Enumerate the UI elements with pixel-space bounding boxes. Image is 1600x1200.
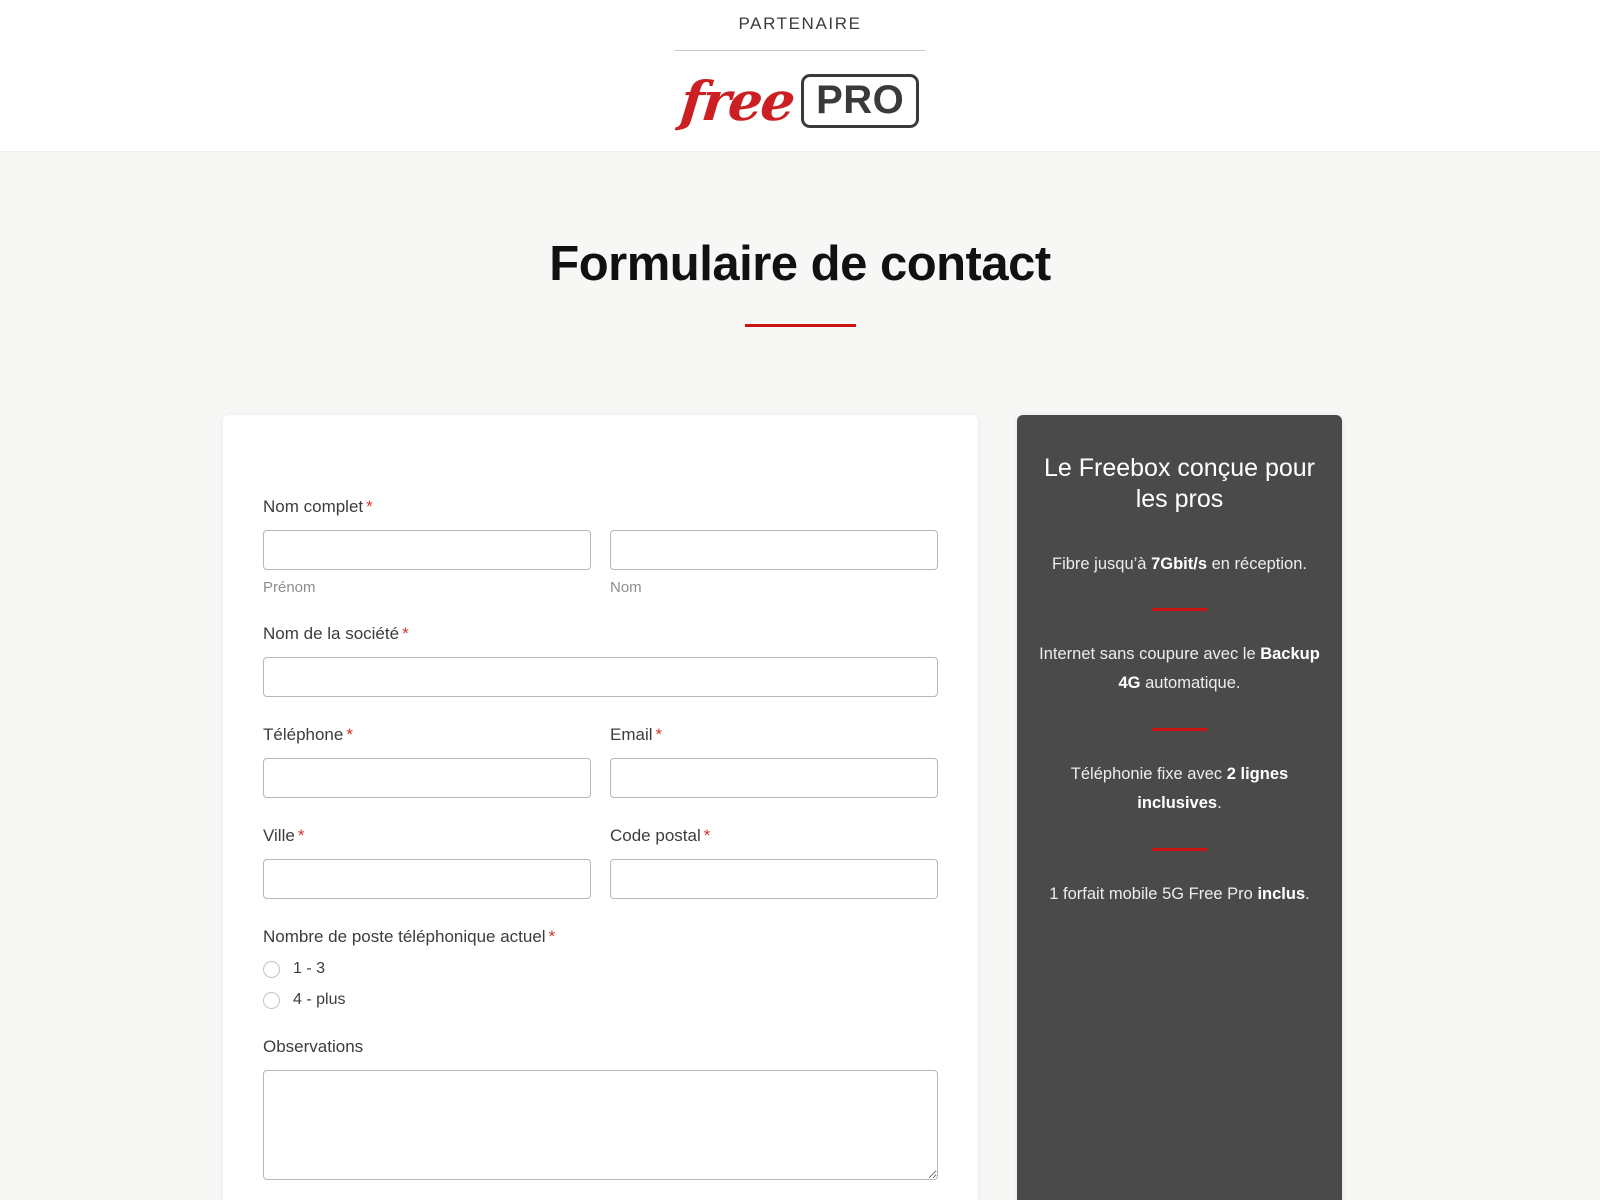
radio-circle-icon[interactable] xyxy=(263,991,280,1009)
first-name-col: Prénom xyxy=(263,530,591,596)
last-name-sublabel: Nom xyxy=(610,579,642,596)
promo-feature-mobile-before: 1 forfait mobile 5G Free Pro xyxy=(1049,884,1258,903)
last-name-col: Nom xyxy=(610,530,938,596)
content-area: Nom complet * Prénom Nom Nom de la socié… xyxy=(0,415,1600,1200)
label-city: Ville * xyxy=(263,826,591,846)
header-divider xyxy=(675,50,925,51)
promo-separator xyxy=(1152,608,1207,612)
promo-feature-fibre-after: en réception. xyxy=(1207,554,1307,573)
label-email: Email * xyxy=(610,725,938,745)
promo-feature-mobile: 1 forfait mobile 5G Free Pro inclus. xyxy=(1039,880,1320,909)
first-name-input[interactable] xyxy=(263,530,591,570)
promo-feature-mobile-after: . xyxy=(1305,884,1310,903)
field-city: Ville * xyxy=(263,826,591,899)
label-email-text: Email xyxy=(610,725,653,744)
field-full-name: Nom complet * Prénom Nom xyxy=(263,497,938,596)
page-title: Formulaire de contact xyxy=(549,237,1051,291)
required-asterisk: * xyxy=(366,497,373,516)
label-phone-text: Téléphone xyxy=(263,725,344,744)
label-full-name-text: Nom complet xyxy=(263,497,364,516)
promo-panel-title: Le Freebox conçue pour les pros xyxy=(1043,454,1315,514)
field-email: Email * xyxy=(610,725,938,798)
label-city-text: Ville xyxy=(263,826,295,845)
field-postal-code: Code postal * xyxy=(610,826,938,899)
last-name-input[interactable] xyxy=(610,530,938,570)
label-postal-code-text: Code postal xyxy=(610,826,701,845)
pro-badge: PRO xyxy=(801,74,920,128)
radio-circle-icon[interactable] xyxy=(263,960,280,978)
first-name-sublabel: Prénom xyxy=(263,579,316,596)
contact-form-card: Nom complet * Prénom Nom Nom de la socié… xyxy=(223,415,978,1200)
page-title-block: Formulaire de contact xyxy=(0,236,1600,327)
required-asterisk: * xyxy=(548,927,556,946)
promo-feature-mobile-bold: inclus xyxy=(1257,884,1306,903)
label-observations: Observations xyxy=(263,1037,364,1056)
promo-feature-telephonie: Téléphonie fixe avec 2 lignes inclusives… xyxy=(1039,760,1320,818)
promo-separator xyxy=(1152,728,1207,732)
promo-feature-fibre-before: Fibre jusqu’à xyxy=(1052,554,1152,573)
free-wordmark: free xyxy=(677,69,797,133)
promo-feature-backup: Internet sans coupure avec le Backup 4G … xyxy=(1039,640,1320,698)
label-postal-code: Code postal * xyxy=(610,826,938,846)
required-asterisk: * xyxy=(402,624,409,643)
postal-code-input[interactable] xyxy=(610,859,938,899)
label-phone: Téléphone * xyxy=(263,725,591,745)
label-phone-lines-text: Nombre de poste téléphonique actuel xyxy=(263,927,546,946)
free-pro-logo: free PRO xyxy=(0,69,1600,133)
label-company: Nom de la société * xyxy=(263,624,938,644)
freebox-promo-panel: Le Freebox conçue pour les pros Fibre ju… xyxy=(1017,415,1342,1200)
required-asterisk: * xyxy=(297,826,305,845)
label-full-name: Nom complet * xyxy=(263,497,938,517)
city-postal-row: Ville * Code postal * xyxy=(263,826,938,927)
city-input[interactable] xyxy=(263,859,591,899)
site-header: PARTENAIRE free PRO xyxy=(0,0,1600,152)
radio-label-4-plus: 4 - plus xyxy=(293,991,346,1008)
radio-option-4-plus[interactable]: 4 - plus xyxy=(263,991,938,1009)
radio-option-1-3[interactable]: 1 - 3 xyxy=(263,960,938,978)
company-input[interactable] xyxy=(263,657,938,697)
email-input[interactable] xyxy=(610,758,938,798)
promo-separator xyxy=(1152,847,1207,851)
radio-label-1-3: 1 - 3 xyxy=(293,960,326,977)
label-company-text: Nom de la société xyxy=(263,624,400,643)
promo-feature-fibre-bold: 7Gbit/s xyxy=(1151,554,1207,573)
promo-feature-backup-after: automatique. xyxy=(1140,674,1241,693)
promo-feature-backup-before: Internet sans coupure avec le xyxy=(1039,645,1261,664)
title-underline-accent xyxy=(744,324,856,327)
required-asterisk: * xyxy=(703,826,711,845)
required-asterisk: * xyxy=(346,725,353,744)
phone-email-row: Téléphone * Email * xyxy=(263,725,938,826)
phone-input[interactable] xyxy=(263,758,591,798)
label-phone-lines: Nombre de poste téléphonique actuel * xyxy=(263,927,938,947)
promo-feature-fibre: Fibre jusqu’à 7Gbit/s en réception. xyxy=(1039,550,1320,579)
promo-feature-telephonie-after: . xyxy=(1217,794,1222,812)
field-observations: Observations xyxy=(263,1037,938,1185)
field-phone-lines: Nombre de poste téléphonique actuel * 1 -… xyxy=(263,927,938,1009)
field-phone: Téléphone * xyxy=(263,725,591,798)
field-company: Nom de la société * xyxy=(263,624,938,697)
promo-feature-telephonie-before: Téléphonie fixe avec xyxy=(1070,765,1227,784)
partner-label: PARTENAIRE xyxy=(738,14,862,33)
observations-textarea[interactable] xyxy=(263,1070,938,1180)
page-root: PARTENAIRE free PRO Formulaire de contac… xyxy=(0,0,1600,1200)
full-name-row: Prénom Nom xyxy=(263,530,938,596)
required-asterisk: * xyxy=(655,725,663,744)
